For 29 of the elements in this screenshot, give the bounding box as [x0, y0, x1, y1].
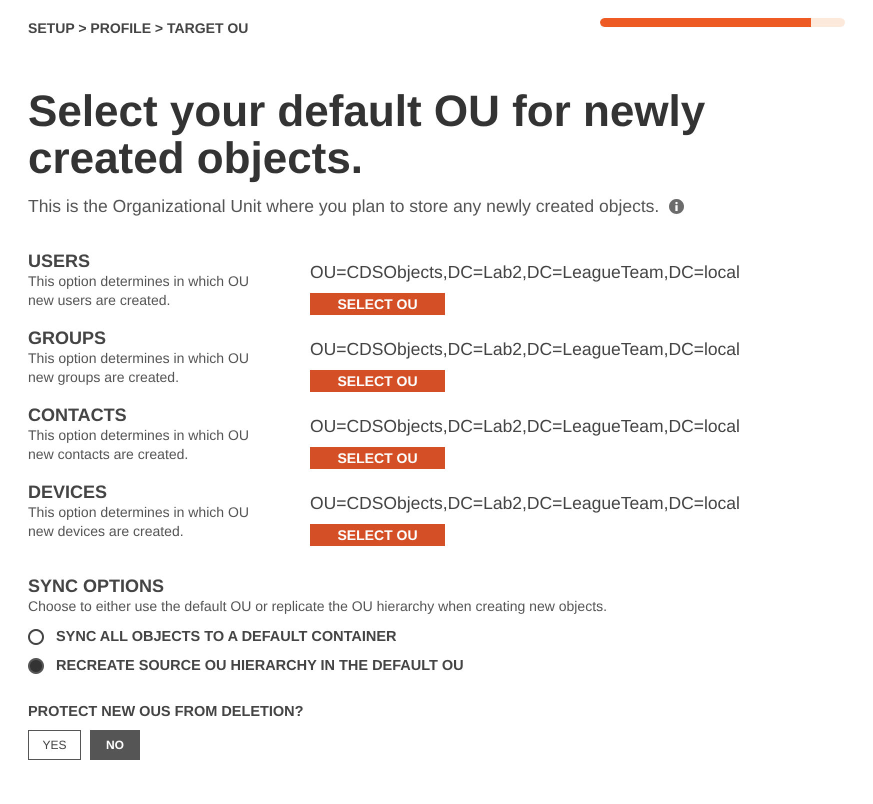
- question-label: PROTECT NEW OUS FROM DELETION?: [28, 704, 304, 720]
- radio-button[interactable]: [28, 629, 44, 645]
- section-heading: USERS: [28, 251, 92, 271]
- page-subtitle: This is the Organizational Unit where you plan to store any newly created objects.: [28, 196, 660, 217]
- ou-path: OU=CDSObjects,DC=Lab2,DC=LeagueTeam,DC=local: [310, 492, 740, 514]
- section-description: This option determines in which OU new groups are created.: [28, 349, 250, 387]
- select-ou-button[interactable]: SELECT OU: [310, 293, 445, 315]
- toggle-button[interactable]: YES: [28, 730, 81, 760]
- section-heading: SYNC OPTIONS: [28, 576, 166, 596]
- info-icon[interactable]: [669, 199, 684, 214]
- select-ou-button[interactable]: SELECT OU: [310, 447, 445, 469]
- option-label[interactable]: RECREATE SOURCE OU HIERARCHY IN THE DEFAULT OU: [56, 658, 464, 674]
- ou-path: OU=CDSObjects,DC=Lab2,DC=LeagueTeam,DC=local: [310, 415, 740, 437]
- section-description: This option determines in which OU new devices are created.: [28, 503, 250, 541]
- section-heading: CONTACTS: [28, 405, 128, 425]
- section-description: This option determines in which OU new users are created.: [28, 272, 250, 310]
- section-description: Choose to either use the default OU or replicate the OU hierarchy when creating new objects.: [28, 598, 608, 614]
- toggle-button[interactable]: NO: [90, 730, 140, 760]
- section-heading: GROUPS: [28, 328, 108, 348]
- section-description: This option determines in which OU new contacts are created.: [28, 426, 250, 464]
- select-ou-button[interactable]: SELECT OU: [310, 524, 445, 546]
- breadcrumb: SETUP > PROFILE > TARGET OU: [28, 20, 248, 36]
- select-ou-button[interactable]: SELECT OU: [310, 370, 445, 392]
- page-title: Select your default OU for newly created objects.: [28, 88, 706, 182]
- section-heading: DEVICES: [28, 482, 108, 502]
- option-label[interactable]: SYNC ALL OBJECTS TO A DEFAULT CONTAINER: [56, 629, 396, 645]
- ou-path: OU=CDSObjects,DC=Lab2,DC=LeagueTeam,DC=local: [310, 261, 740, 283]
- radio-button[interactable]: [28, 658, 44, 674]
- ou-path: OU=CDSObjects,DC=Lab2,DC=LeagueTeam,DC=local: [310, 338, 740, 360]
